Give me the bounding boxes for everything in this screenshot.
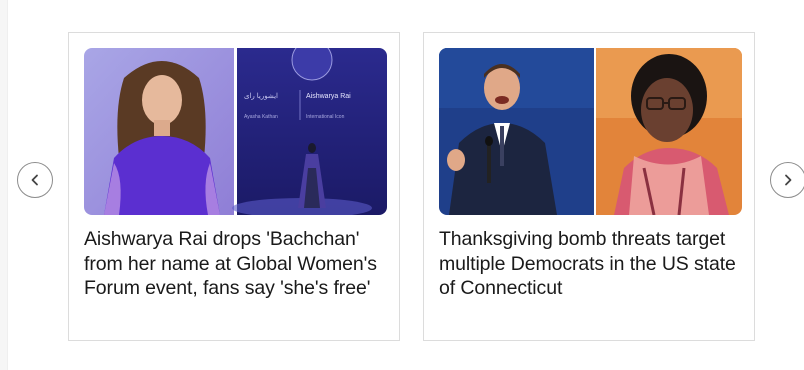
news-headline[interactable]: Aishwarya Rai drops 'Bachchan' from her … xyxy=(84,227,389,301)
news-card[interactable]: Thanksgiving bomb threats target multipl… xyxy=(423,32,755,341)
image-name-label: Aishwarya Rai xyxy=(306,93,351,100)
image-role-label: International Icon xyxy=(306,114,345,120)
news-thumbnail[interactable]: ایشوریا رای Aishwarya Rai Ayasha Kathan … xyxy=(84,48,387,215)
news-photo-aishwarya: ایشوریا رای Aishwarya Rai Ayasha Kathan … xyxy=(84,48,387,215)
news-thumbnail[interactable] xyxy=(439,48,742,215)
news-headline[interactable]: Thanksgiving bomb threats target multipl… xyxy=(439,227,744,301)
svg-text:Ayasha Kathan: Ayasha Kathan xyxy=(244,114,278,120)
news-card[interactable]: ایشوریا رای Aishwarya Rai Ayasha Kathan … xyxy=(68,32,400,341)
carousel-next-button[interactable] xyxy=(770,162,804,198)
carousel-prev-button[interactable] xyxy=(17,162,53,198)
chevron-left-icon xyxy=(31,174,38,186)
chevron-right-icon xyxy=(785,174,792,186)
news-carousel: ایشوریا رای Aishwarya Rai Ayasha Kathan … xyxy=(0,0,804,370)
news-photo-connecticut xyxy=(439,48,742,215)
svg-text:ایشوریا رای: ایشوریا رای xyxy=(244,92,278,100)
